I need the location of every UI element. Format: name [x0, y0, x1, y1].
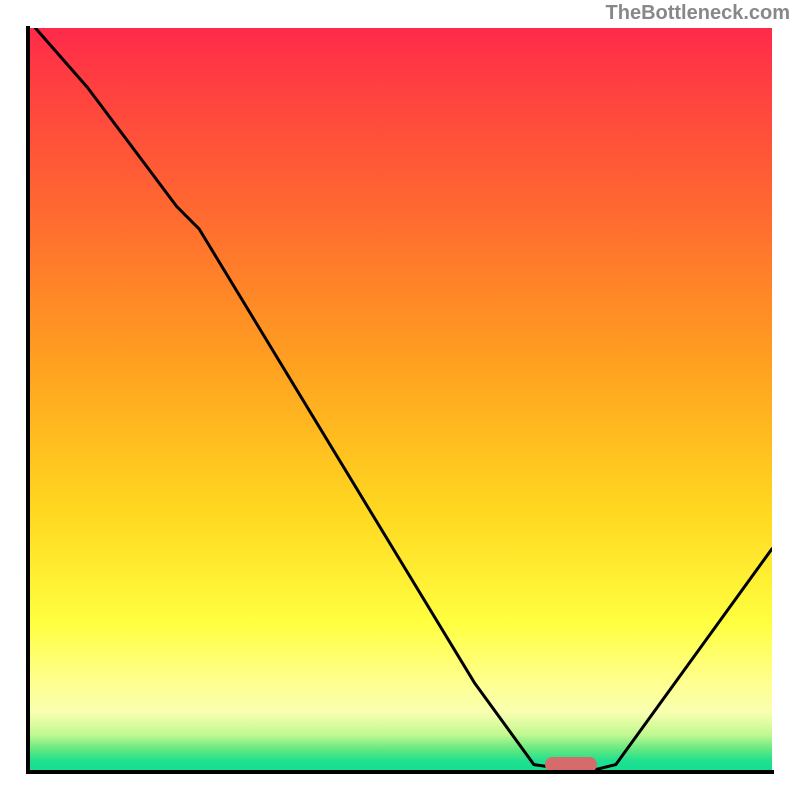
- curve-svg: [28, 28, 772, 772]
- watermark-text: TheBottleneck.com: [606, 2, 790, 25]
- y-axis: [26, 26, 30, 774]
- plot-area: [28, 28, 772, 772]
- bottleneck-curve: [35, 28, 772, 772]
- x-axis: [26, 770, 774, 774]
